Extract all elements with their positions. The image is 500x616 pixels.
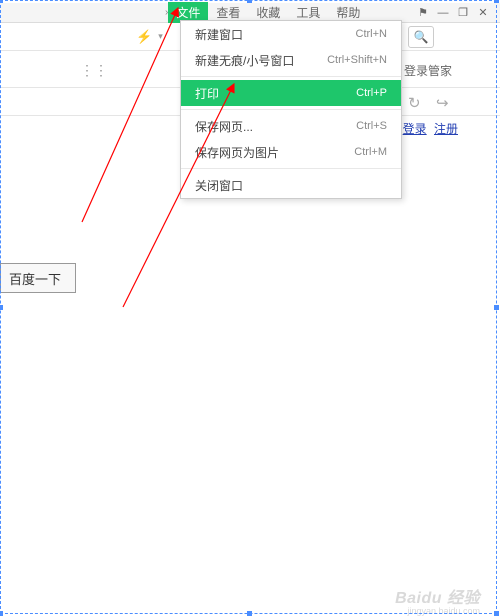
resize-handle[interactable] xyxy=(0,0,3,3)
menu-item-shortcut: Ctrl+N xyxy=(356,28,387,40)
watermark-url: jingyan.baidu.com xyxy=(407,606,480,616)
watermark: Baidu 经验 xyxy=(395,584,480,608)
grip-icon: ⋮⋮ xyxy=(80,62,108,79)
pin-button[interactable]: ⚑ xyxy=(414,5,432,21)
menu-item-shortcut: Ctrl+S xyxy=(356,120,387,132)
menu-item-label: 保存网页... xyxy=(195,118,253,135)
window-controls: ⚑ — ❐ ✕ xyxy=(414,5,500,21)
resize-handle[interactable] xyxy=(247,611,252,616)
reload-icon[interactable]: ↻ xyxy=(408,94,424,110)
resize-handle[interactable] xyxy=(494,0,499,3)
auth-links: 登录 注册 xyxy=(399,120,458,137)
menu-item-label: 打印 xyxy=(195,85,219,102)
bolt-icon[interactable]: ⚡ xyxy=(136,29,152,45)
menu-save-page[interactable]: 保存网页... Ctrl+S xyxy=(181,113,401,139)
chevron-down-icon[interactable]: ▾ xyxy=(158,31,163,42)
close-button[interactable]: ✕ xyxy=(474,5,492,21)
menu-item-label: 关闭窗口 xyxy=(195,177,243,194)
resize-handle[interactable] xyxy=(0,611,3,616)
minimize-button[interactable]: — xyxy=(434,5,452,21)
login-manager-label: 登录管家 xyxy=(404,62,452,79)
menu-separator xyxy=(181,109,401,110)
resize-handle[interactable] xyxy=(247,0,252,3)
search-icon: 🔍 xyxy=(414,30,429,44)
menu-item-label: 新建无痕/小号窗口 xyxy=(195,52,294,69)
menu-item-shortcut: Ctrl+M xyxy=(354,146,387,158)
menu-print[interactable]: 打印 Ctrl+P xyxy=(181,80,401,106)
menu-item-label: 新建窗口 xyxy=(195,26,243,43)
menu-save-as-image[interactable]: 保存网页为图片 Ctrl+M xyxy=(181,139,401,165)
menu-close-window[interactable]: 关闭窗口 xyxy=(181,172,401,198)
menu-separator xyxy=(181,168,401,169)
file-dropdown-menu: 新建窗口 Ctrl+N 新建无痕/小号窗口 Ctrl+Shift+N 打印 Ct… xyxy=(180,20,402,199)
search-box[interactable]: 🔍 xyxy=(408,26,434,48)
forward-icon[interactable]: ↪ xyxy=(436,94,452,110)
resize-handle[interactable] xyxy=(494,611,499,616)
restore-button[interactable]: ❐ xyxy=(454,5,472,21)
login-link[interactable]: 登录 xyxy=(403,122,427,136)
menu-new-incognito[interactable]: 新建无痕/小号窗口 Ctrl+Shift+N xyxy=(181,47,401,73)
menu-item-label: 保存网页为图片 xyxy=(195,144,279,161)
menu-separator xyxy=(181,76,401,77)
resize-handle[interactable] xyxy=(494,305,499,310)
menu-new-window[interactable]: 新建窗口 Ctrl+N xyxy=(181,21,401,47)
register-link[interactable]: 注册 xyxy=(434,122,458,136)
baidu-search-button[interactable]: 百度一下 xyxy=(0,263,76,293)
menu-item-shortcut: Ctrl+P xyxy=(356,87,387,99)
resize-handle[interactable] xyxy=(0,305,3,310)
menu-item-shortcut: Ctrl+Shift+N xyxy=(327,54,387,66)
